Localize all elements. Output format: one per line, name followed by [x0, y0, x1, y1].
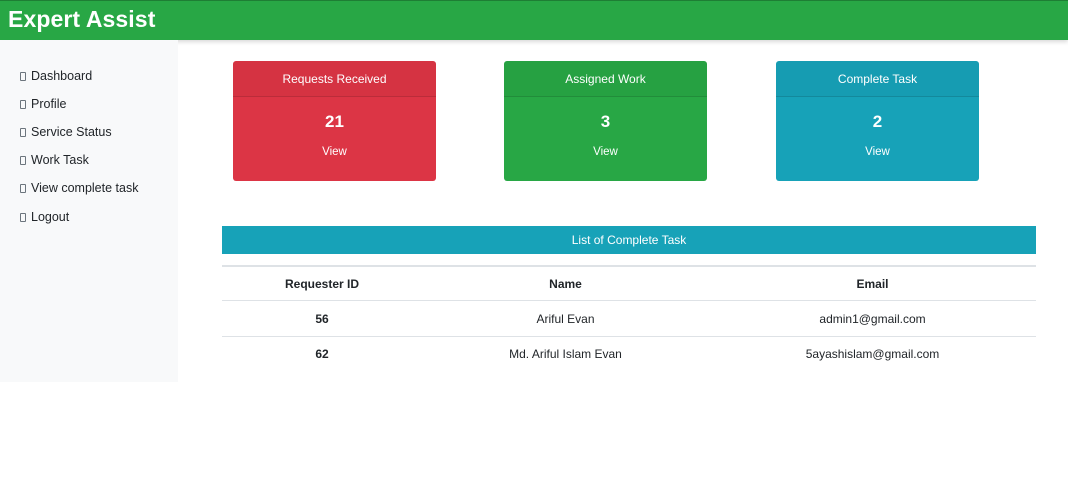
cell-email: 5ayashislam@gmail.com — [805, 347, 940, 361]
column-header-requester-id: Requester ID — [284, 276, 360, 291]
card-count: 21 — [325, 112, 344, 131]
sidebar-item-label: Service Status — [31, 125, 112, 139]
table-row: 56 Ariful Evan admin1@gmail.com — [222, 301, 1036, 336]
card-title: Assigned Work — [504, 61, 707, 97]
complete-task-icon — [20, 183, 26, 193]
profile-icon — [20, 99, 26, 109]
cell-email: admin1@gmail.com — [819, 311, 926, 326]
sidebar-item-label: View complete task — [31, 181, 139, 195]
column-header-email: Email — [856, 276, 889, 291]
sidebar-item-label: Dashboard — [31, 69, 93, 83]
dashboard-icon — [20, 71, 26, 81]
sidebar-item-label: Work Task — [31, 153, 89, 167]
sidebar-item-label: Logout — [31, 210, 70, 224]
column-header-name: Name — [549, 276, 582, 291]
card-assigned-work: Assigned Work 3 View — [504, 61, 707, 181]
sidebar-item-logout[interactable]: Logout — [20, 207, 69, 227]
card-title: Requests Received — [233, 61, 436, 97]
work-task-icon — [20, 155, 26, 165]
card-requests-received: Requests Received 21 View — [233, 61, 436, 181]
table-row: 62 Md. Ariful Islam Evan 5ayashislam@gma… — [222, 336, 1036, 371]
cell-requester-id: 62 — [315, 347, 329, 361]
sidebar-item-label: Profile — [31, 97, 67, 111]
card-view-link[interactable]: View — [776, 146, 979, 158]
cell-requester-id: 56 — [315, 311, 329, 326]
card-view-link[interactable]: View — [233, 146, 436, 158]
service-status-icon — [20, 127, 26, 137]
sidebar-item-service-status[interactable]: Service Status — [20, 122, 112, 142]
sidebar-item-view-complete-task[interactable]: View complete task — [20, 178, 138, 198]
card-complete-task: Complete Task 2 View — [776, 61, 979, 181]
sidebar: Dashboard Profile Service Status Work Ta… — [0, 40, 178, 382]
complete-task-table: Requester ID Name Email 56 Ariful Evan a… — [222, 265, 1036, 371]
card-title: Complete Task — [776, 61, 979, 97]
brand-title[interactable]: Expert Assist — [8, 6, 155, 33]
sidebar-item-work-task[interactable]: Work Task — [20, 150, 89, 170]
cell-name: Ariful Evan — [536, 311, 595, 326]
top-navbar: Expert Assist — [0, 0, 1068, 40]
card-count: 2 — [872, 112, 883, 131]
card-view-link[interactable]: View — [504, 146, 707, 158]
card-count: 3 — [600, 112, 611, 131]
table-title: List of Complete Task — [222, 226, 1036, 254]
sidebar-item-dashboard[interactable]: Dashboard — [20, 66, 92, 86]
cell-name: Md. Ariful Islam Evan — [509, 347, 622, 361]
logout-icon — [20, 212, 26, 222]
sidebar-item-profile[interactable]: Profile — [20, 94, 66, 114]
table-header-row: Requester ID Name Email — [222, 265, 1036, 301]
